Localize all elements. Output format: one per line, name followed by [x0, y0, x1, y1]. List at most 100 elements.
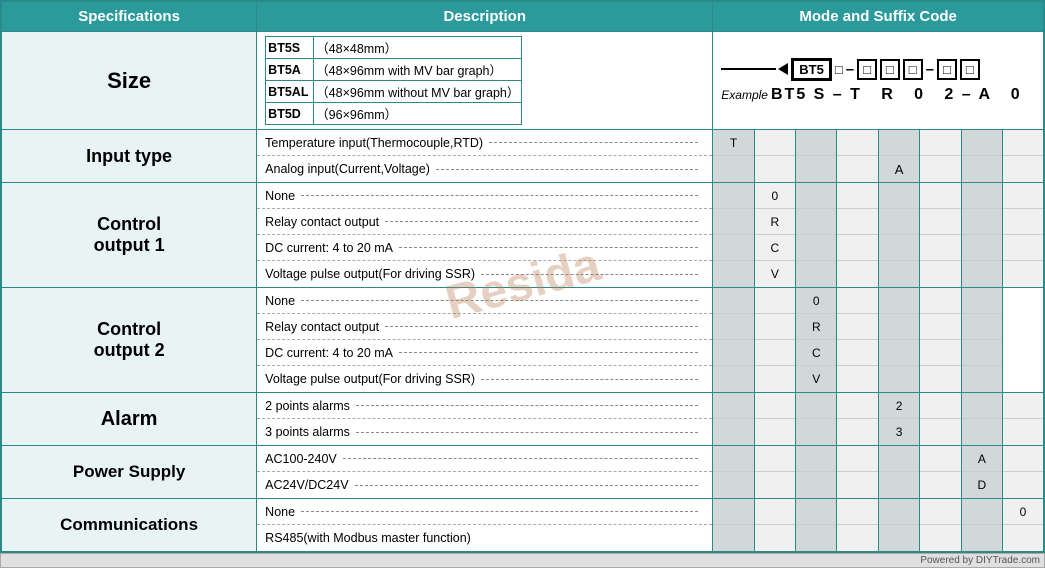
co1-0-col: [796, 183, 837, 288]
co2-code-1: R: [796, 314, 836, 340]
co1-last3: [1003, 183, 1044, 288]
co1-text-2: DC current: 4 to 20 mA: [265, 241, 393, 255]
ps-dashes-0: [343, 458, 699, 459]
co1-T-1: [713, 209, 753, 235]
model-name-1: BT5A: [266, 59, 314, 81]
ps-c8: [1003, 446, 1044, 499]
size-model-row-1: BT5A （48×96mm with MV bar graph）: [266, 59, 522, 81]
input-2-1: [837, 156, 877, 182]
alarm-code-0: 2: [879, 393, 919, 419]
control-output1-options: None Relay contact output DC current: 4 …: [257, 183, 713, 288]
model-name-3: BT5D: [266, 103, 314, 125]
ps-c6: [920, 446, 961, 499]
co1-2-col: [837, 183, 878, 288]
co2-dashes-0: [301, 300, 698, 301]
input-A-0: [879, 130, 919, 156]
model-dim-0: （48×48mm）: [314, 37, 522, 59]
mode-header: Mode and Suffix Code: [713, 1, 1044, 32]
co1-dashes-2: [399, 247, 698, 248]
co1-text-1: Relay contact output: [265, 215, 379, 229]
comm-c1: [713, 499, 754, 553]
co2-dashes-1: [385, 326, 698, 327]
dash1: □: [835, 62, 843, 77]
co2-col1: [713, 288, 754, 393]
co2-dashes-3: [481, 379, 698, 380]
co1-0-1: [796, 209, 836, 235]
input-e1-0: [962, 130, 1002, 156]
code-box-2: □: [857, 59, 877, 80]
ps-c3: [796, 446, 837, 499]
page-wrapper: Resida Specifications Description Mode a…: [0, 0, 1045, 568]
co2-text-3: Voltage pulse output(For driving SSR): [265, 372, 475, 386]
model-dim-3: （96×96mm）: [314, 103, 522, 125]
comm-opt-0: None: [257, 499, 712, 525]
ps-text-0: AC100-240V: [265, 452, 337, 466]
input-dashes-0: [489, 142, 698, 143]
comm-code-col: 0: [1003, 499, 1044, 553]
input-col-last: [920, 130, 961, 183]
co2-code-2: C: [796, 340, 836, 366]
alarm-options: 2 points alarms 3 points alarms: [257, 393, 713, 446]
size-model-row-3: BT5D （96×96mm）: [266, 103, 522, 125]
input-col-0: [796, 130, 837, 183]
input-col-2: [837, 130, 878, 183]
input-col-extra2: [1003, 130, 1044, 183]
comm-opt-1: RS485(with Modbus master function): [257, 525, 712, 551]
co2-col4: [837, 288, 878, 393]
communications-row: Communications None RS485(with Modbus ma…: [1, 499, 1044, 553]
ps-dashes-1: [355, 485, 699, 486]
co2-code-3: V: [796, 366, 836, 392]
co1-A-col: [878, 183, 919, 288]
co2-dashes-2: [399, 352, 698, 353]
size-model-row-0: BT5S （48×48mm）: [266, 37, 522, 59]
power-supply-row: Power Supply AC100-240V AC24V/DC24V: [1, 446, 1044, 499]
alarm-dashes-1: [356, 432, 698, 433]
alarm-c7: [961, 393, 1002, 446]
model-name-0: BT5S: [266, 37, 314, 59]
alarm-dashes-0: [356, 405, 698, 406]
header-row: Specifications Description Mode and Suff…: [1, 1, 1044, 32]
comm-c7: [961, 499, 1002, 553]
input-R-1: [755, 156, 795, 182]
comm-code-0: 0: [1003, 499, 1043, 525]
code-box-6: □: [960, 59, 980, 80]
input-last-1: [920, 156, 960, 182]
co1-R-2: C: [755, 235, 795, 261]
input-dashes-1: [436, 169, 698, 170]
comm-text-0: None: [265, 505, 295, 519]
input-A-1: A: [879, 156, 919, 182]
input-type-row: Input type Temperature input(Thermocoupl…: [1, 130, 1044, 183]
co1-0-3: [796, 261, 836, 287]
input-e1-1: [962, 156, 1002, 182]
co1-T-0: [713, 183, 753, 209]
sep2: –: [926, 61, 934, 78]
co1-0-0: [796, 183, 836, 209]
co1-last2: [961, 183, 1002, 288]
input-option-0: Temperature input(Thermocouple,RTD): [257, 130, 712, 156]
co2-col7: [961, 288, 1002, 393]
co2-text-0: None: [265, 294, 295, 308]
bt5-code-box: BT5: [791, 58, 832, 81]
co1-T-3: [713, 261, 753, 287]
example-label: Example: [721, 88, 768, 102]
input-col-extra1: [961, 130, 1002, 183]
alarm-c8: [1003, 393, 1044, 446]
co2-opt-2: DC current: 4 to 20 mA: [257, 340, 712, 366]
co2-code-0: 0: [796, 288, 836, 314]
control-output1-row: Control output 1 None Relay contact outp…: [1, 183, 1044, 288]
input-e2-1: [1003, 156, 1043, 182]
control-output2-row: Control output 2 None Relay contact outp…: [1, 288, 1044, 393]
input-col-R: [754, 130, 795, 183]
code-box-4: □: [903, 59, 923, 80]
code-box-5: □: [937, 59, 957, 80]
co1-opt-2: DC current: 4 to 20 mA: [257, 235, 712, 261]
alarm-text-0: 2 points alarms: [265, 399, 350, 413]
footer: Powered by DIYTrade.com: [0, 553, 1045, 568]
co1-T-col: [713, 183, 754, 288]
co1-last1: [920, 183, 961, 288]
comm-c6: [920, 499, 961, 553]
input-code-T-1: [713, 156, 753, 182]
co2-text-1: Relay contact output: [265, 320, 379, 334]
co1-opt-1: Relay contact output: [257, 209, 712, 235]
alarm-text-1: 3 points alarms: [265, 425, 350, 439]
